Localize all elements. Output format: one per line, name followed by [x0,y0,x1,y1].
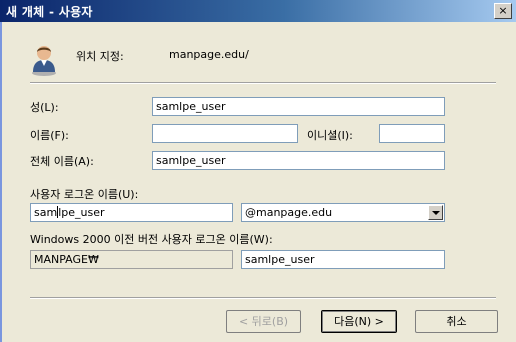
user-icon [32,46,56,76]
window-title: 새 개체 - 사용자 [6,5,93,19]
first-name-field[interactable] [152,124,298,143]
logon-name-text-start: sam [34,206,58,219]
logon-name-label: 사용자 로그온 이름(U): [30,188,139,201]
location-label: 위치 지정: [76,50,124,63]
pre2000-label: Windows 2000 이전 버전 사용자 로그온 이름(W): [30,233,273,246]
title-bar[interactable]: 새 개체 - 사용자 × [0,0,516,22]
last-name-label: 성(L): [30,101,59,114]
location-value: manpage.edu/ [169,48,249,61]
pre2000-name-field[interactable]: samlpe_user [241,250,445,269]
new-user-dialog: 새 개체 - 사용자 × 위치 지정: manpage.edu/ 성(L): s… [0,0,516,342]
back-button[interactable]: < 뒤로(B) [226,310,301,333]
header-separator [30,82,496,84]
full-name-field[interactable]: samlpe_user [152,151,445,170]
first-name-label: 이름(F): [30,129,69,142]
window-border [0,22,2,342]
last-name-field[interactable]: samlpe_user [152,97,445,116]
initials-label: 이니셜(I): [307,129,353,142]
cancel-button[interactable]: 취소 [415,310,498,333]
chevron-down-icon[interactable] [428,205,443,220]
full-name-label: 전체 이름(A): [30,155,94,168]
pre2000-domain-field: MANPAGE₩ [30,250,233,269]
domain-select[interactable]: @manpage.edu [241,203,445,222]
logon-name-field[interactable]: samlpe_user [30,203,233,222]
footer-separator [30,297,496,299]
next-button[interactable]: 다음(N) > [321,310,397,333]
close-icon: × [498,4,508,17]
close-button[interactable]: × [494,3,512,19]
logon-name-text-end: lpe_user [58,206,105,219]
initials-field[interactable] [379,124,445,143]
domain-select-value: @manpage.edu [245,206,333,219]
